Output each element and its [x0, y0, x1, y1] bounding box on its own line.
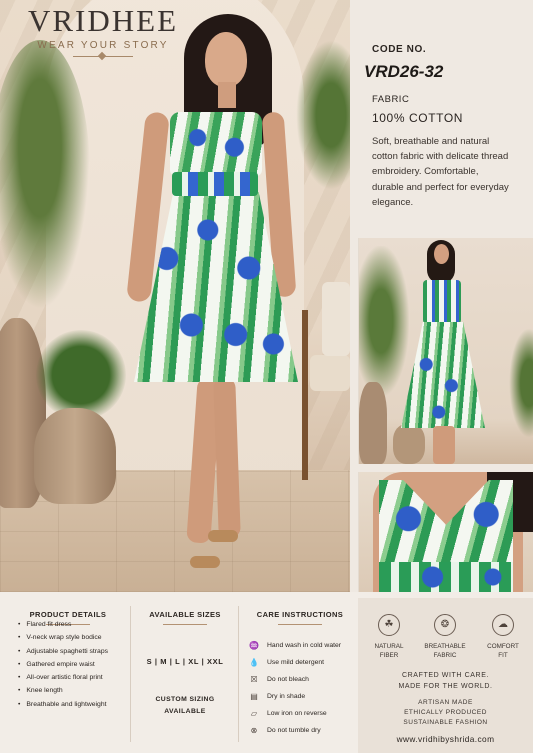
care-text: Do not bleach [267, 676, 309, 683]
bodice-closeup-thumbnail [358, 472, 533, 592]
badge-natural-fiber: ☘ NATURAL FIBER [360, 614, 418, 660]
badge-label: FIBER [379, 652, 399, 659]
thumb-model-legs [433, 426, 455, 464]
care-list: ♒ Hand wash in cold water 💧 Use mild deter… [249, 637, 341, 739]
dress-waistband [172, 172, 258, 196]
thumb-plant [359, 246, 409, 396]
badge-label: BREATHABLE [424, 643, 466, 650]
brand-name: VRIDHEE [27, 3, 179, 38]
small-pot-left [34, 408, 116, 504]
product-details-list: Flared fit dress V-neck wrap style bodic… [18, 618, 108, 711]
dry-shade-icon: ▤ [250, 692, 258, 701]
code-label: CODE NO. [372, 44, 427, 55]
thumb-dress-bodice [423, 280, 461, 324]
badge-label: FIT [498, 652, 508, 659]
artisan-line: ETHICALLY PRODUCED [404, 709, 487, 716]
brand-logo: VRIDHEE WEAR YOUR STORY [18, 4, 188, 57]
custom-sizing-note: CUSTOM SIZING AVAILABLE [140, 694, 230, 718]
thumb-pot [359, 382, 387, 464]
badge-label: NATURAL [374, 643, 404, 650]
badge-label: FABRIC [433, 652, 457, 659]
size-list: S | M | L | XL | XXL [146, 657, 224, 666]
care-item: ☒ Do not bleach [249, 671, 341, 688]
badge-comfort-fit: ☁ COMFORT FIT [474, 614, 532, 660]
list-item: Knee length [18, 684, 108, 697]
model-face [205, 32, 247, 87]
leaf-icon: ☘ [378, 614, 400, 636]
care-text: Hand wash in cold water [267, 642, 342, 649]
sandal-right [208, 530, 238, 542]
feather-icon: ❂ [434, 614, 456, 636]
thumb-pot-2 [393, 424, 425, 464]
full-length-thumbnail [358, 238, 533, 464]
column-divider [238, 606, 239, 742]
artisan-line: SUSTAINABLE FASHION [403, 719, 488, 726]
care-item: ▱ Low iron on reverse [249, 705, 341, 722]
hand-wash-icon: ♒ [249, 641, 259, 650]
brand-ornament [73, 56, 133, 57]
cloud-icon: ☁ [492, 614, 514, 636]
detergent-icon: 💧 [249, 658, 259, 667]
crafted-line: CRAFTED WITH CARE. [401, 672, 490, 679]
chair-cushion [310, 355, 350, 391]
model-neck [218, 82, 236, 108]
sandal-left [190, 556, 220, 568]
features-panel: ☘ NATURAL FIBER ❂ BREATHABLE FABRIC ☁ CO… [358, 598, 533, 753]
care-item: ⊗ Do not tumble dry [249, 722, 341, 739]
closeup-waistband [379, 562, 513, 592]
list-item: Flared fit dress [18, 618, 108, 631]
crafted-tagline: CRAFTED WITH CARE. MADE FOR THE WORLD. [358, 670, 533, 692]
care-text: Do not tumble dry [267, 727, 321, 734]
no-tumble-dry-icon: ⊗ [250, 726, 258, 735]
artisan-tagline: ARTISAN MADE ETHICALLY PRODUCED SUSTAINA… [358, 698, 533, 728]
hero-photo: VRIDHEE WEAR YOUR STORY [0, 0, 350, 592]
care-item: 💧 Use mild detergent [249, 654, 341, 671]
custom-sizing-line1: CUSTOM SIZING [155, 696, 215, 703]
product-description: Soft, breathable and natural cotton fabr… [372, 136, 509, 208]
fabric-value: 100% COTTON [372, 111, 464, 125]
care-item: ▤ Dry in shade [249, 688, 341, 705]
low-iron-icon: ▱ [250, 709, 258, 718]
custom-sizing-line2: AVAILABLE [164, 708, 206, 715]
care-title: CARE INSTRUCTIONS [250, 610, 350, 625]
care-text: Low iron on reverse [267, 710, 327, 717]
lookbook-page: VRIDHEE WEAR YOUR STORY CODE NO. VRD26-3… [0, 0, 533, 753]
thumb-dress-skirt [401, 322, 485, 428]
sizes-title: AVAILABLE SIZES [140, 610, 230, 625]
product-code: VRD26-32 [364, 62, 444, 81]
list-item: V-neck wrap style bodice [18, 631, 108, 644]
badge-label: COMFORT [487, 643, 519, 650]
list-item: Gathered empire waist [18, 658, 108, 671]
website-link[interactable]: www.vridhibyshrida.com [358, 734, 533, 744]
list-item: Breathable and lightweight [18, 698, 108, 711]
product-info-panel: CODE NO. VRD26-32 FABRIC 100% COTTON Sof… [362, 0, 533, 236]
care-item: ♒ Hand wash in cold water [249, 637, 341, 654]
care-text: Dry in shade [267, 693, 306, 700]
artisan-line: ARTISAN MADE [418, 699, 473, 706]
list-item: All-over artistic floral print [18, 671, 108, 684]
column-divider [130, 606, 131, 742]
brand-tagline: WEAR YOUR STORY [37, 40, 169, 51]
list-item: Adjustable spaghetti straps [18, 645, 108, 658]
care-text: Use mild detergent [267, 659, 325, 666]
thumb-model-face [434, 244, 449, 264]
crafted-line: MADE FOR THE WORLD. [398, 683, 493, 690]
chair-pillow [322, 282, 350, 356]
dress-bodice [170, 112, 262, 176]
fabric-label: FABRIC [372, 94, 410, 105]
shrub-plant [36, 330, 126, 420]
thumb-plant-right [509, 328, 533, 438]
no-bleach-icon: ☒ [250, 675, 258, 684]
badge-breathable-fabric: ❂ BREATHABLE FABRIC [416, 614, 474, 660]
